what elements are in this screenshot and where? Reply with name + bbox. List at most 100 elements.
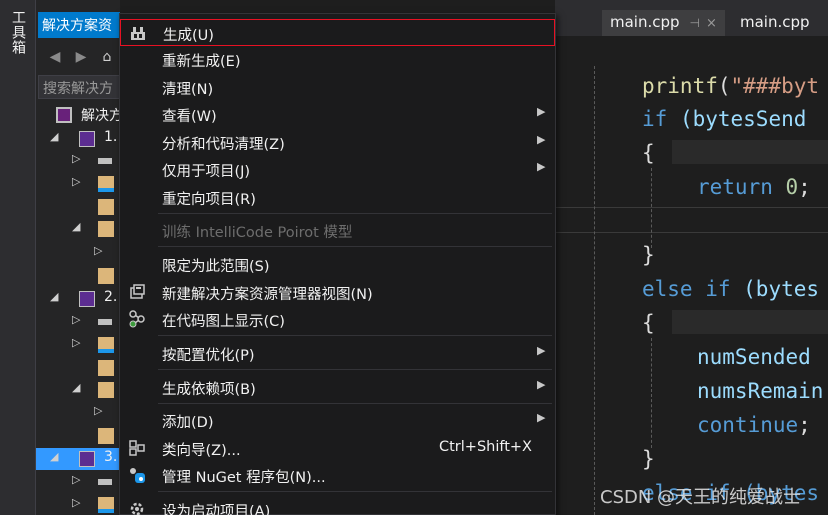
pin-icon[interactable]: ⊣ xyxy=(690,16,700,30)
menu-item-retarget[interactable]: 重定向项目(R) xyxy=(120,184,555,211)
menu-label: 训练 IntelliCode Poirot 模型 xyxy=(162,225,353,241)
collapse-icon[interactable]: ◢ xyxy=(50,450,58,463)
submenu-arrow-icon: ▶ xyxy=(537,133,546,146)
menu-item-new-view[interactable]: 新建解决方案资源管理器视图(N) xyxy=(120,279,555,306)
code-line-9[interactable]: numsRemain xyxy=(697,377,823,405)
tab-main-cpp[interactable]: main.cpp xyxy=(732,10,818,36)
menu-shortcut: Ctrl+Shift+X xyxy=(439,439,532,455)
code-line-11[interactable]: } xyxy=(642,445,655,473)
tree-row-folder[interactable] xyxy=(36,357,120,379)
tree-row-file[interactable]: ▷ xyxy=(36,242,120,264)
expand-icon[interactable]: ▷ xyxy=(72,473,80,486)
menu-label: 限定为此范围(S) xyxy=(162,259,270,275)
tree-row-references[interactable]: ▷ xyxy=(36,150,120,172)
tree-row-references[interactable]: ▷ xyxy=(36,311,120,333)
tab-main-cpp-active[interactable]: main.cpp ⊣ × xyxy=(602,10,725,36)
tree-row-folder[interactable]: ◢ xyxy=(36,218,120,240)
expand-icon[interactable]: ▷ xyxy=(94,404,102,417)
menu-label: 重新生成(E) xyxy=(162,54,241,70)
collapse-icon[interactable]: ◢ xyxy=(50,290,58,303)
tree-row-project-1[interactable]: ◢ 1. xyxy=(36,128,120,150)
menu-item-build-dependencies[interactable]: 生成依赖项(B) ▶ xyxy=(120,374,555,401)
expand-icon[interactable]: ▷ xyxy=(72,496,80,509)
menu-label: 生成(U) xyxy=(163,28,214,44)
back-icon[interactable]: ◀ xyxy=(46,48,64,66)
expand-icon[interactable]: ▷ xyxy=(72,175,80,188)
code-line-10[interactable]: continue; xyxy=(697,411,811,439)
code-keyword: return xyxy=(697,175,773,199)
project-label: 2. xyxy=(104,289,118,305)
tree-row-solution[interactable]: 解决方 xyxy=(36,104,120,126)
toolbox-label[interactable]: 工具箱 xyxy=(8,10,28,55)
code-string: "###byt xyxy=(730,74,820,98)
code-line-2[interactable]: if (bytesSend xyxy=(642,105,806,133)
folder-icon xyxy=(98,199,114,215)
menu-item-rebuild[interactable]: 重新生成(E) xyxy=(120,46,555,73)
collapse-icon[interactable]: ◢ xyxy=(50,130,58,143)
menu-item-add[interactable]: 添加(D) ▶ xyxy=(120,407,555,434)
tree-row-project-2[interactable]: ◢ 2. xyxy=(36,288,120,310)
code-expr: (bytesSend xyxy=(667,107,807,131)
indent-guide xyxy=(651,168,652,248)
solution-explorer-toolbar: ◀ ▶ ⌂ xyxy=(36,44,120,70)
submenu-arrow-icon: ▶ xyxy=(537,378,546,391)
menu-item-build[interactable]: 生成(U) xyxy=(120,19,555,46)
home-icon[interactable]: ⌂ xyxy=(98,48,116,66)
tree-row-external-deps[interactable]: ▷ xyxy=(36,173,120,195)
code-line-1[interactable]: printf("###byt xyxy=(642,72,819,100)
collapse-icon[interactable]: ◢ xyxy=(72,381,80,394)
code-brace: { xyxy=(642,311,655,335)
indent-guide xyxy=(651,338,652,448)
tree-row-folder[interactable] xyxy=(36,425,120,447)
forward-icon[interactable]: ▶ xyxy=(72,48,90,66)
code-line-5[interactable]: } xyxy=(642,241,655,269)
code-line-3[interactable]: { xyxy=(642,139,655,167)
code-brace: } xyxy=(642,447,655,471)
tree-row-external-deps[interactable]: ▷ xyxy=(36,334,120,356)
expand-icon[interactable]: ▷ xyxy=(72,313,80,326)
menu-item-class-wizard[interactable]: 类向导(Z)... Ctrl+Shift+X xyxy=(120,435,555,462)
code-line-8[interactable]: numSended xyxy=(697,343,811,371)
tree-row-references[interactable]: ▷ xyxy=(36,471,120,493)
expand-icon[interactable]: ▷ xyxy=(72,152,80,165)
tree-row-external-deps[interactable]: ▷ xyxy=(36,494,120,515)
collapse-icon[interactable]: ◢ xyxy=(72,220,80,233)
code-semicolon: ; xyxy=(798,175,811,199)
menu-label: 类向导(Z)... xyxy=(162,443,241,459)
menu-item-scope[interactable]: 限定为此范围(S) xyxy=(120,251,555,278)
menu-separator xyxy=(158,213,552,214)
build-icon xyxy=(131,27,145,40)
menu-item-pgo[interactable]: 按配置优化(P) ▶ xyxy=(120,340,555,367)
close-icon[interactable]: × xyxy=(706,16,717,31)
tree-row-folder[interactable] xyxy=(36,265,120,287)
menu-item-view[interactable]: 查看(W) ▶ xyxy=(120,101,555,128)
code-line-6[interactable]: else if (bytes xyxy=(642,275,819,303)
menu-item-set-startup[interactable]: 设为启动项目(A) xyxy=(120,496,555,515)
project-label: 3. xyxy=(104,449,118,465)
current-line-highlight xyxy=(555,207,828,233)
menu-item-nuget[interactable]: 管理 NuGet 程序包(N)... xyxy=(120,462,555,489)
solution-explorer-tab[interactable]: 解决方案资 xyxy=(38,12,120,38)
tree-row-folder[interactable]: ◢ xyxy=(36,379,120,401)
context-menu: 生成(U) 重新生成(E) 清理(N) 查看(W) ▶ 分析和代码清理(Z) ▶… xyxy=(119,13,556,515)
menu-item-code-map[interactable]: 在代码图上显示(C) xyxy=(120,306,555,333)
submenu-arrow-icon: ▶ xyxy=(537,411,546,424)
menu-label: 重定向项目(R) xyxy=(162,192,256,208)
solution-search-input[interactable]: 搜索解决方 xyxy=(38,75,120,99)
expand-icon[interactable]: ▷ xyxy=(94,244,102,257)
code-var: numSended xyxy=(697,345,811,369)
tree-row-folder[interactable] xyxy=(36,196,120,218)
toolbox-strip[interactable]: 工具箱 xyxy=(0,0,36,515)
code-line-7[interactable]: { xyxy=(642,309,655,337)
menu-label: 清理(N) xyxy=(162,82,214,98)
tree-row-project-3[interactable]: ◢ 3. xyxy=(36,448,120,470)
menu-label: 在代码图上显示(C) xyxy=(162,314,285,330)
project-label: 1. xyxy=(104,129,118,145)
class-wizard-icon xyxy=(129,440,145,456)
expand-icon[interactable]: ▷ xyxy=(72,336,80,349)
menu-item-project-only[interactable]: 仅用于项目(J) ▶ xyxy=(120,156,555,183)
menu-item-clean[interactable]: 清理(N) xyxy=(120,74,555,101)
menu-item-analyze[interactable]: 分析和代码清理(Z) ▶ xyxy=(120,129,555,156)
code-line-4[interactable]: return 0; xyxy=(697,173,811,201)
tree-row-file[interactable]: ▷ xyxy=(36,402,120,424)
